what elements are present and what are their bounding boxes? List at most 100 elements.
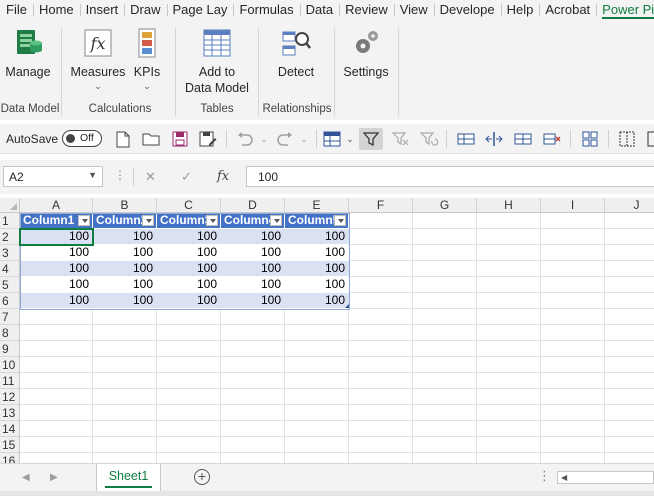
sheet-tab-sheet1[interactable]: Sheet1 <box>96 464 161 491</box>
undo-dropdown-icon[interactable]: ⌄ <box>254 129 274 149</box>
row-header-10[interactable]: 10 <box>0 357 20 373</box>
table-cell[interactable]: 100 <box>285 277 349 293</box>
grid-cell[interactable] <box>20 325 93 341</box>
table-cell[interactable]: 100 <box>93 245 157 261</box>
grid-cell[interactable] <box>541 277 605 293</box>
grid-cell[interactable] <box>541 357 605 373</box>
table-cell[interactable]: 100 <box>20 229 93 245</box>
grid-cell[interactable] <box>93 453 157 463</box>
grid-cell[interactable] <box>349 261 413 277</box>
grid-cell[interactable] <box>157 309 221 325</box>
tab-draw[interactable]: Draw <box>124 0 166 20</box>
grid-cell[interactable] <box>285 341 349 357</box>
insert-column-icon[interactable] <box>484 129 504 149</box>
grid-cell[interactable] <box>413 213 477 229</box>
reapply-filter-icon[interactable] <box>419 129 439 149</box>
grid-cell[interactable] <box>221 437 285 453</box>
column-header-e[interactable]: E <box>285 198 349 213</box>
grid-cell[interactable] <box>477 261 541 277</box>
row-header-5[interactable]: 5 <box>0 277 20 293</box>
grid-cell[interactable] <box>477 437 541 453</box>
table-header-cell[interactable]: Column5 <box>285 213 349 229</box>
grid-cell[interactable] <box>157 421 221 437</box>
grid-cell[interactable] <box>477 341 541 357</box>
grid-cell[interactable] <box>413 293 477 309</box>
column-header-g[interactable]: G <box>413 198 477 213</box>
grid-cell[interactable] <box>157 437 221 453</box>
grid-cell[interactable] <box>349 293 413 309</box>
table-cell[interactable]: 100 <box>221 277 285 293</box>
grid-cell[interactable] <box>413 245 477 261</box>
manage-button[interactable]: Manage <box>3 26 53 80</box>
grid-cell[interactable] <box>413 229 477 245</box>
undo-icon[interactable] <box>235 129 255 149</box>
grid-cell[interactable] <box>157 405 221 421</box>
delete-column-icon[interactable] <box>542 129 562 149</box>
cancel-icon[interactable]: ✕ <box>145 169 156 185</box>
grid-cell[interactable] <box>477 389 541 405</box>
grid-cell[interactable] <box>20 421 93 437</box>
grid-cell[interactable] <box>285 309 349 325</box>
grid-cell[interactable] <box>93 373 157 389</box>
grid-cell[interactable] <box>349 357 413 373</box>
tab-formulas[interactable]: Formulas <box>233 0 299 20</box>
filter-icon[interactable] <box>359 128 383 150</box>
grid-cell[interactable] <box>349 437 413 453</box>
grid-cell[interactable] <box>93 357 157 373</box>
grid-cell[interactable] <box>221 357 285 373</box>
filter-dropdown-icon[interactable] <box>270 215 282 226</box>
grid-cell[interactable] <box>93 437 157 453</box>
grid-cell[interactable] <box>20 453 93 463</box>
tab-page-layout[interactable]: Page Lay <box>166 0 234 20</box>
table-cell[interactable]: 100 <box>93 293 157 309</box>
grid-cell[interactable] <box>605 277 654 293</box>
grid-cell[interactable] <box>413 341 477 357</box>
grid-cell[interactable] <box>605 389 654 405</box>
grid-cell[interactable] <box>413 261 477 277</box>
grid-cell[interactable] <box>20 389 93 405</box>
table-cell[interactable]: 100 <box>285 293 349 309</box>
tab-help[interactable]: Help <box>500 0 540 20</box>
tab-home[interactable]: Home <box>32 0 80 20</box>
grid-cell[interactable] <box>20 357 93 373</box>
name-box[interactable]: A2 ▼ <box>3 166 103 187</box>
row-header-11[interactable]: 11 <box>0 373 20 389</box>
grid-cell[interactable] <box>93 325 157 341</box>
row-header-7[interactable]: 7 <box>0 309 20 325</box>
grid-cell[interactable] <box>413 325 477 341</box>
grid-cell[interactable] <box>93 421 157 437</box>
table-header-cell[interactable]: Column1 <box>20 213 93 229</box>
table-cell[interactable]: 100 <box>285 229 349 245</box>
filter-dropdown-icon[interactable] <box>206 215 218 226</box>
grid-cell[interactable] <box>349 341 413 357</box>
grid-cell[interactable] <box>541 421 605 437</box>
filter-dropdown-icon[interactable] <box>334 215 346 226</box>
grid-cell[interactable] <box>285 357 349 373</box>
grid-cell[interactable] <box>93 341 157 357</box>
redo-icon[interactable] <box>275 129 295 149</box>
grid-cell[interactable] <box>221 309 285 325</box>
clear-filter-icon[interactable] <box>391 129 411 149</box>
grid-cell[interactable] <box>605 373 654 389</box>
grid-cell[interactable] <box>413 437 477 453</box>
table-resize-handle[interactable] <box>345 304 349 308</box>
grid-cell[interactable] <box>477 373 541 389</box>
table-cell[interactable]: 100 <box>157 245 221 261</box>
row-header-8[interactable]: 8 <box>0 325 20 341</box>
kpis-button[interactable]: KPIs ⌄ <box>130 26 164 91</box>
grid-cell[interactable] <box>349 229 413 245</box>
row-header-1[interactable]: 1 <box>0 213 20 229</box>
column-header-b[interactable]: B <box>93 198 157 213</box>
grid-cell[interactable] <box>541 309 605 325</box>
row-header-4[interactable]: 4 <box>0 261 20 277</box>
row-header-15[interactable]: 15 <box>0 437 20 453</box>
column-header-a[interactable]: A <box>20 198 93 213</box>
grid-cell[interactable] <box>349 453 413 463</box>
table-cell[interactable]: 100 <box>285 245 349 261</box>
table-cell[interactable]: 100 <box>93 277 157 293</box>
borders-icon[interactable] <box>617 129 637 149</box>
table-header-cell[interactable]: Column2 <box>93 213 157 229</box>
table-format-icon[interactable] <box>322 129 342 149</box>
grid-cell[interactable] <box>285 325 349 341</box>
grid-cell[interactable] <box>20 405 93 421</box>
